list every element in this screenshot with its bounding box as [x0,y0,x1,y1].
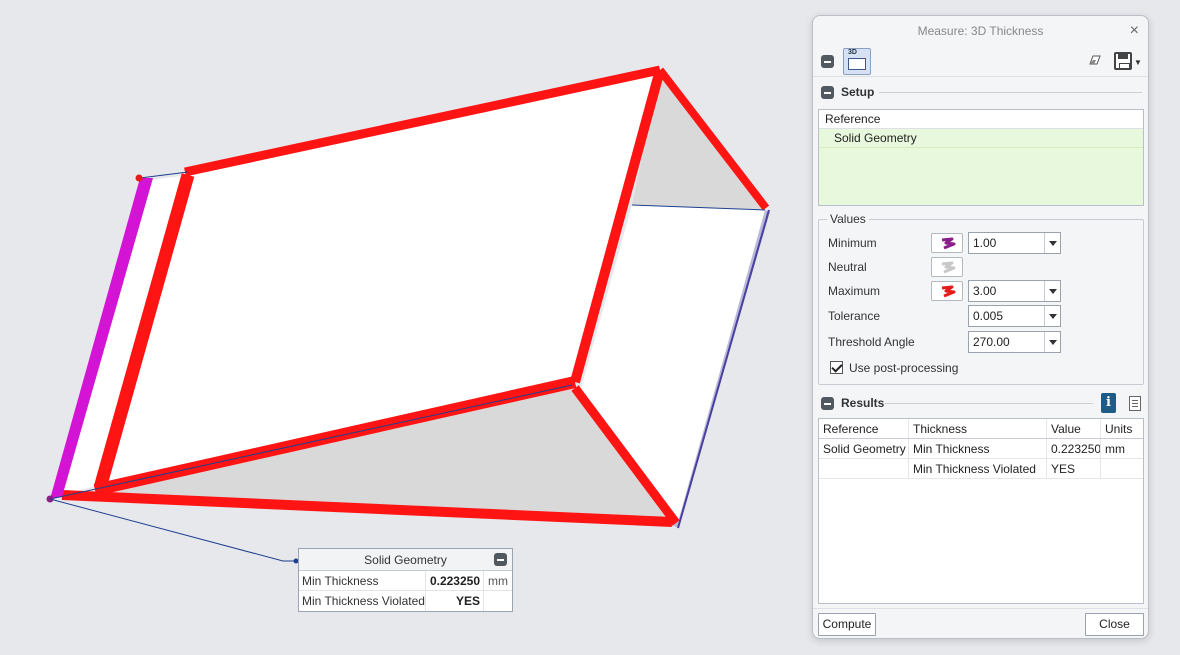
chevron-down-icon[interactable] [1044,233,1060,253]
dialog-toolbar: 3D ▼ [813,46,1148,77]
save-dropdown-icon[interactable]: ▼ [1134,58,1142,67]
reference-collector[interactable]: Reference Solid Geometry [818,109,1144,206]
chevron-down-icon[interactable] [1044,332,1060,352]
table-cell: 0.223250 [1047,439,1101,458]
dialog-footer: Compute Close [813,608,1148,638]
table-row[interactable]: Solid Geometry Min Thickness 0.223250 mm [819,439,1143,459]
column-header[interactable]: Reference [819,419,909,438]
box-icon [848,58,866,70]
minimum-value: 1.00 [973,236,997,250]
save-icon[interactable] [1114,52,1132,70]
table-cell: Min Thickness [909,439,1047,458]
neutral-label: Neutral [828,260,867,274]
chevron-down-icon[interactable] [1044,306,1060,326]
callout-unit: mm [488,574,508,588]
callout-value: YES [426,591,484,611]
setup-section-header[interactable]: Setup [813,82,1148,102]
results-section-header[interactable]: Results i [813,393,1148,413]
threshold-angle-value: 270.00 [973,335,1010,349]
collapse-icon[interactable] [821,397,834,410]
maximum-label: Maximum [828,284,881,298]
post-processing-label: Use post-processing [849,361,959,375]
maximum-color-icon [941,285,956,298]
model-viewport[interactable]: Solid Geometry Min Thickness 0.223250 mm… [0,0,810,655]
tolerance-select[interactable]: 0.005 [968,305,1061,327]
3d-thickness-mode-button[interactable]: 3D [843,48,871,75]
results-label: Results [841,396,885,410]
minimum-color-icon [941,237,956,250]
column-header[interactable]: Thickness [909,419,1047,438]
table-cell: mm [1105,442,1125,456]
3d-mode-label: 3D [848,49,857,56]
reference-header: Reference [819,110,1143,129]
measure-dialog: Measure: 3D Thickness × 3D ▼ Setup Refer… [812,15,1149,639]
neutral-color-button[interactable] [931,257,963,277]
collapse-icon[interactable] [821,55,834,68]
column-header[interactable]: Value [1047,419,1101,438]
table-cell: Solid Geometry [819,439,909,458]
divider [879,92,1142,93]
callout-header: Solid Geometry [299,549,512,571]
callout-row: Min Thickness Violated YES [299,591,512,611]
callout-row: Min Thickness 0.223250 mm [299,571,512,591]
chevron-down-icon[interactable] [1044,281,1060,301]
results-table[interactable]: Reference Thickness Value Units Solid Ge… [818,418,1144,604]
reference-item[interactable]: Solid Geometry [819,129,1143,148]
thickness-callout[interactable]: Solid Geometry Min Thickness 0.223250 mm… [298,548,513,612]
threshold-angle-label: Threshold Angle [828,335,915,349]
dialog-title: Measure: 3D Thickness [917,24,1044,38]
close-icon[interactable]: × [1130,16,1139,46]
callout-label: Min Thickness [299,571,426,590]
divider [885,403,1093,404]
column-header[interactable]: Units [1101,419,1143,438]
table-cell [819,459,909,478]
minimum-select[interactable]: 1.00 [968,232,1061,254]
callout-unit [484,591,488,611]
dialog-titlebar[interactable]: Measure: 3D Thickness × [813,16,1148,46]
table-cell: Min Thickness Violated [909,459,1047,478]
table-row[interactable]: Min Thickness Violated YES [819,459,1143,479]
minimum-color-button[interactable] [931,233,963,253]
post-processing-checkbox[interactable] [830,361,843,374]
callout-value: 0.223250 [426,571,484,590]
info-icon[interactable]: i [1101,393,1116,413]
callout-label: Min Thickness Violated [299,591,426,611]
maximum-select[interactable]: 3.00 [968,280,1061,302]
collapse-icon[interactable] [821,86,834,99]
values-label: Values [827,212,869,226]
compute-button[interactable]: Compute [818,613,876,636]
setup-label: Setup [841,85,875,99]
maximum-value: 3.00 [973,284,997,298]
table-cell: YES [1047,459,1101,478]
minimum-label: Minimum [828,236,877,250]
neutral-color-icon [941,261,956,274]
threshold-angle-select[interactable]: 270.00 [968,331,1061,353]
max-point-marker [135,174,143,182]
callout-title: Solid Geometry [364,553,447,567]
report-icon[interactable] [1129,396,1141,411]
tolerance-value: 0.005 [973,309,1004,323]
tolerance-label: Tolerance [828,309,881,323]
collapse-icon[interactable] [494,553,507,566]
close-button[interactable]: Close [1085,613,1144,636]
eraser-icon[interactable] [1089,55,1101,65]
table-header-row: Reference Thickness Value Units [819,419,1143,439]
values-group: Values Minimum 1.00 Neutral Maximum 3.00 [818,212,1144,385]
maximum-color-button[interactable] [931,281,963,301]
table-cell [1101,459,1143,478]
